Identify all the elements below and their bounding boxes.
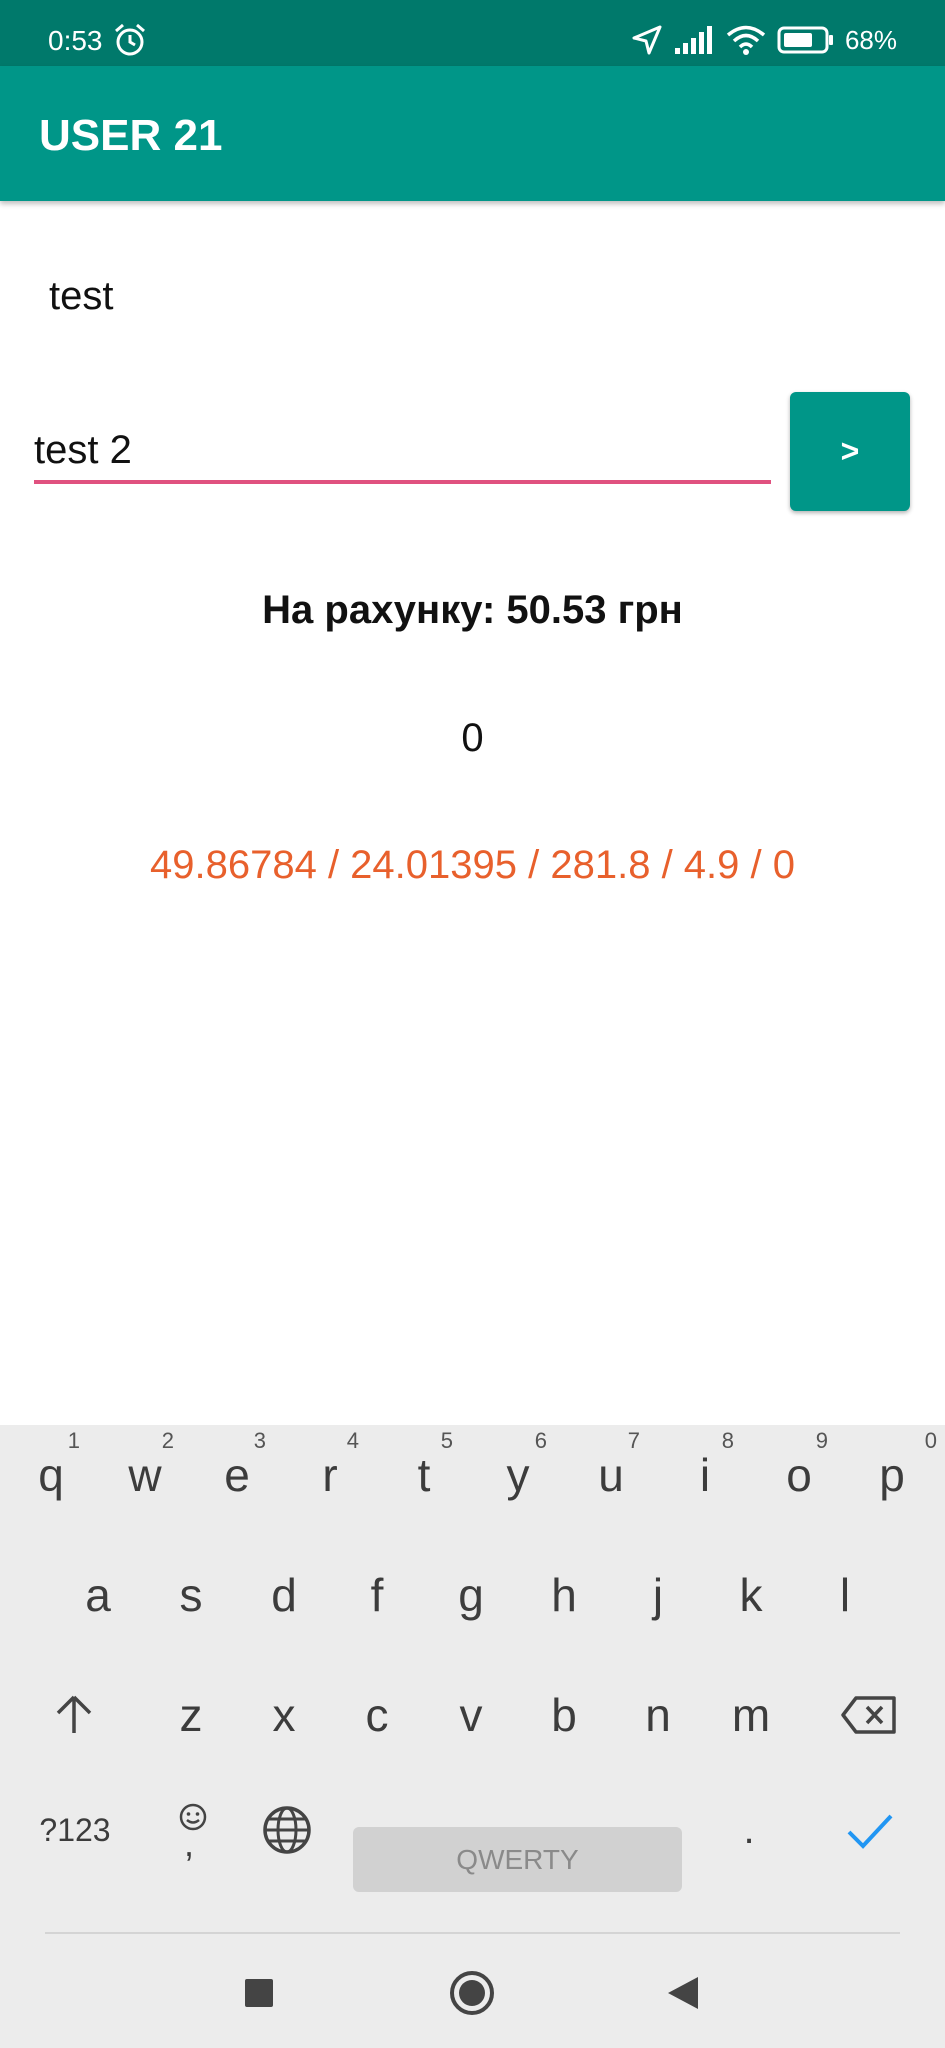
battery-icon (777, 26, 833, 54)
key-x[interactable]: x (237, 1665, 331, 1765)
key-h[interactable]: h (517, 1545, 611, 1645)
battery-percent: 68% (844, 25, 897, 55)
home-circle-icon (450, 1971, 494, 2015)
key-s[interactable]: s (144, 1545, 238, 1645)
key-o[interactable]: o9 (752, 1425, 846, 1525)
alarm-icon (115, 23, 145, 56)
keyboard-row-1: q1 w2 e3 r4 t5 y6 u7 i8 o9 p0 (0, 1425, 945, 1525)
location-arrow-icon (632, 25, 662, 55)
key-j[interactable]: j (611, 1545, 705, 1645)
status-icons: 68% (631, 20, 897, 60)
key-v[interactable]: v (424, 1665, 518, 1765)
comma-label: , (184, 1823, 195, 1864)
status-bar: 0:53 68% (0, 0, 945, 66)
key-i[interactable]: i8 (658, 1425, 752, 1525)
key-p[interactable]: p0 (845, 1425, 939, 1525)
key-b[interactable]: b (517, 1665, 611, 1765)
key-r[interactable]: r4 (283, 1425, 377, 1525)
key-g[interactable]: g (424, 1545, 518, 1645)
back-button[interactable] (643, 1958, 723, 2028)
key-l[interactable]: l (798, 1545, 892, 1645)
key-f[interactable]: f (330, 1545, 424, 1645)
space-key[interactable]: QWERTY (353, 1827, 682, 1892)
globe-icon (263, 1806, 311, 1854)
coordinates-text: 49.86784 / 24.01395 / 281.8 / 4.9 / 0 (150, 843, 795, 887)
key-q[interactable]: q1 (4, 1425, 98, 1525)
wifi-icon (726, 25, 766, 55)
symbols-key[interactable]: ?123 (20, 1780, 130, 1880)
status-time: 0:53 (48, 25, 103, 56)
backspace-icon (841, 1696, 896, 1734)
checkmark-icon (847, 1814, 893, 1849)
emoji-comma-key[interactable]: , (146, 1780, 240, 1880)
message-input[interactable] (34, 420, 771, 484)
recents-button[interactable] (219, 1958, 299, 2028)
key-y[interactable]: y6 (471, 1425, 565, 1525)
key-c[interactable]: c (330, 1665, 424, 1765)
counter-text: 0 (461, 716, 484, 760)
key-e[interactable]: e3 (190, 1425, 284, 1525)
done-key[interactable] (820, 1780, 920, 1880)
signal-icon (674, 26, 712, 54)
home-button[interactable] (432, 1958, 512, 2028)
keyboard-row-2: a s d f g h j k l (0, 1545, 945, 1645)
period-key[interactable]: . (702, 1780, 796, 1880)
send-button[interactable]: > (790, 392, 910, 511)
shift-arrow-icon (56, 1695, 92, 1733)
app-title: USER 21 (39, 111, 223, 160)
keyboard-row-3: z x c v b n m (0, 1665, 945, 1765)
key-a[interactable]: a (51, 1545, 145, 1645)
backspace-key[interactable] (822, 1665, 916, 1765)
balance-text: На рахунку: 50.53 грн (262, 588, 683, 632)
shift-key[interactable] (27, 1665, 121, 1765)
key-t[interactable]: t5 (377, 1425, 471, 1525)
screen: 0:53 68% USER 21 test test 2 > На рахунк… (0, 0, 945, 2048)
app-bar: USER 21 (0, 66, 945, 201)
key-w[interactable]: w2 (98, 1425, 192, 1525)
language-key[interactable] (240, 1780, 334, 1880)
key-m[interactable]: m (704, 1665, 798, 1765)
key-d[interactable]: d (237, 1545, 331, 1645)
key-n[interactable]: n (611, 1665, 705, 1765)
key-z[interactable]: z (144, 1665, 238, 1765)
name-label: test (49, 274, 114, 318)
navigation-bar (0, 1934, 945, 2048)
back-triangle-icon (668, 1977, 698, 2009)
key-u[interactable]: u7 (564, 1425, 658, 1525)
recents-square-icon (245, 1979, 273, 2007)
key-k[interactable]: k (704, 1545, 798, 1645)
